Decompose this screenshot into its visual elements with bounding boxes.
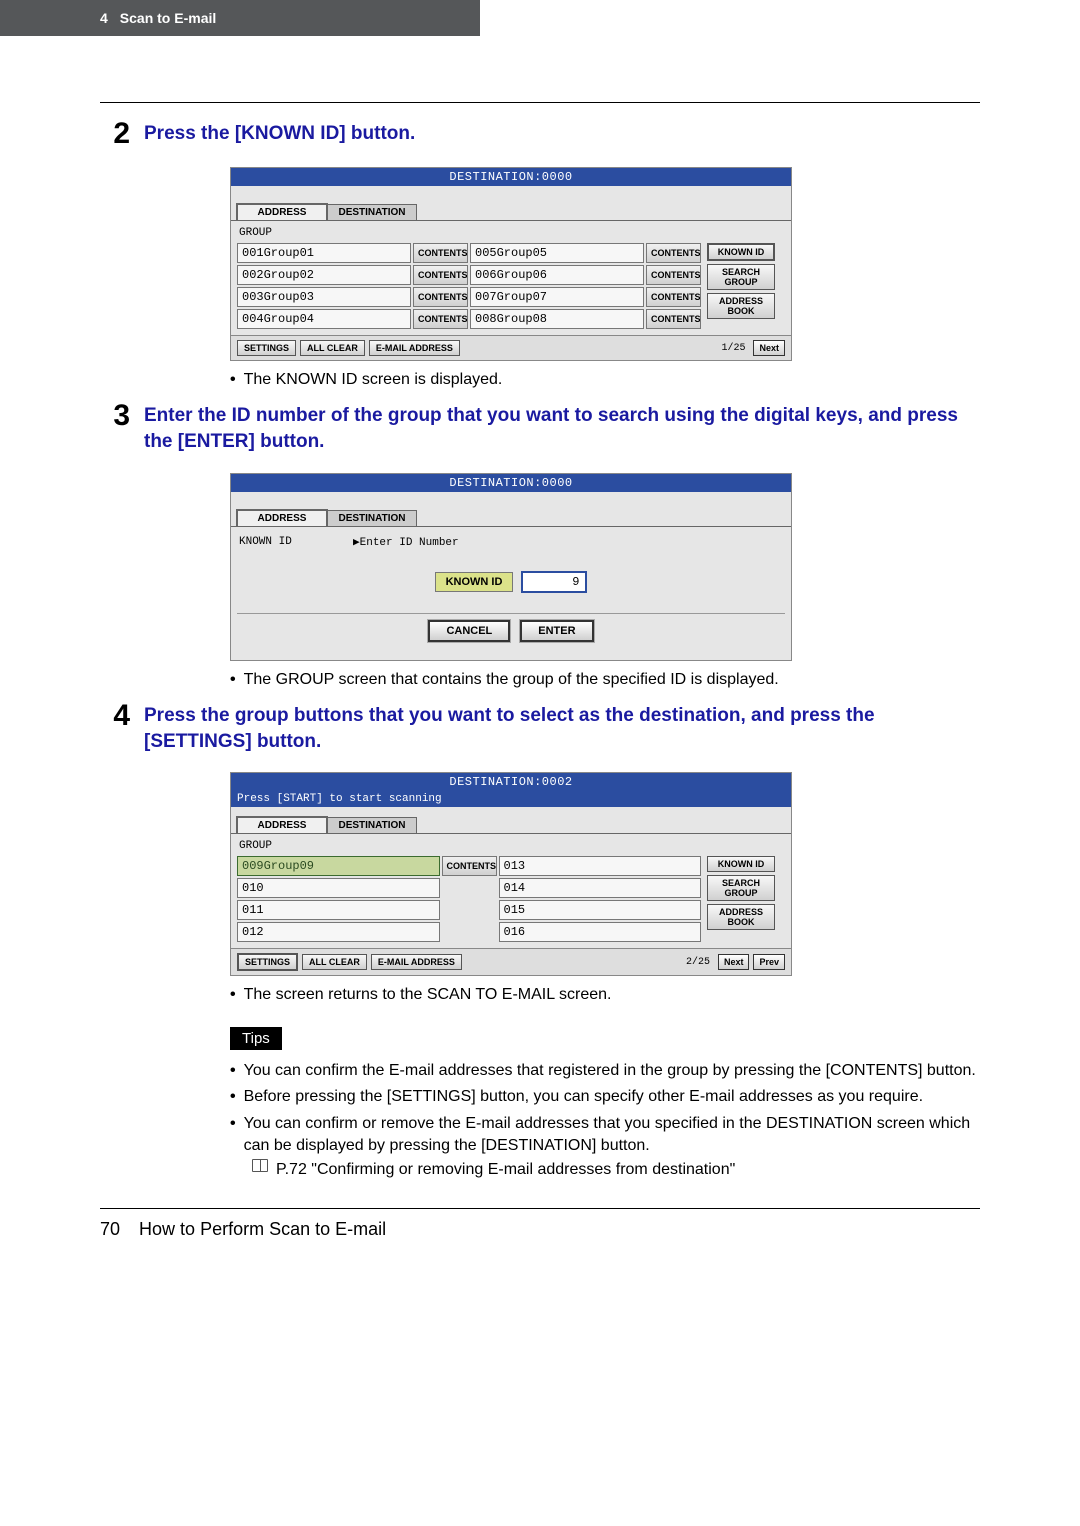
s1-group-label: GROUP [237,225,785,243]
s1-group07[interactable]: 007Group07 [470,287,644,307]
s1-address-book-button[interactable]: ADDRESS BOOK [707,293,775,319]
s3-page-indicator: 2/25 [686,957,710,968]
s1-tab-address[interactable]: ADDRESS [237,204,327,220]
step-3: 3 Enter the ID number of the group that … [100,401,980,454]
step-3-note: The GROUP screen that contains the group… [244,669,779,691]
s1-contents-1[interactable]: CONTENTS [413,243,468,263]
cross-reference: P.72 "Confirming or removing E-mail addr… [276,1159,735,1181]
s1-settings-button[interactable]: SETTINGS [237,340,296,356]
s3-tab-destination[interactable]: DESTINATION [327,817,417,833]
bullet-dot: • [230,1113,236,1158]
step-4-text: Press the group buttons that you want to… [144,701,980,754]
s2-cancel-button[interactable]: CANCEL [428,620,510,642]
s1-group03[interactable]: 003Group03 [237,287,411,307]
page-footer: 70 How to Perform Scan to E-mail [100,1219,980,1240]
bottom-rule [100,1208,980,1209]
s3-allclear-button[interactable]: ALL CLEAR [302,954,367,970]
s1-contents-7[interactable]: CONTENTS [646,287,701,307]
s3-email-button[interactable]: E-MAIL ADDRESS [371,954,462,970]
s3-subtitle: Press [START] to start scanning [231,791,791,807]
s1-known-id-button[interactable]: KNOWN ID [707,243,775,261]
s1-contents-4[interactable]: CONTENTS [413,309,468,329]
s3-slot-011[interactable]: 011 [237,900,440,920]
s3-tab-address[interactable]: ADDRESS [237,817,327,833]
bullet-dot: • [230,369,236,391]
s2-known-id-label: KNOWN ID [239,536,329,548]
s1-contents-6[interactable]: CONTENTS [646,265,701,285]
s1-destination-bar: DESTINATION:0000 [231,168,791,186]
s1-email-button[interactable]: E-MAIL ADDRESS [369,340,460,356]
s3-address-book-button[interactable]: ADDRESS BOOK [707,904,775,930]
s1-group08[interactable]: 008Group08 [470,309,644,329]
s2-id-input[interactable]: 9 [521,571,587,593]
book-icon [252,1159,268,1172]
s1-contents-3[interactable]: CONTENTS [413,287,468,307]
tip-2: Before pressing the [SETTINGS] button, y… [244,1086,980,1108]
s1-contents-2[interactable]: CONTENTS [413,265,468,285]
screenshot-2: DESTINATION:0000 ADDRESS DESTINATION KNO… [230,473,792,661]
s1-group01[interactable]: 001Group01 [237,243,411,263]
tips-heading: Tips [230,1027,282,1050]
s3-slot-013[interactable]: 013 [499,856,702,876]
s2-destination-bar: DESTINATION:0000 [231,474,791,492]
s3-search-group-button[interactable]: SEARCH GROUP [707,875,775,901]
step-4-number: 4 [100,701,130,754]
s1-group05[interactable]: 005Group05 [470,243,644,263]
s3-slot-015[interactable]: 015 [499,900,702,920]
s1-page-indicator: 1/25 [721,343,745,354]
screenshot-1: DESTINATION:0000 ADDRESS DESTINATION GRO… [230,167,792,361]
chapter-number: 4 [100,10,108,26]
s3-group-label: GROUP [237,838,785,856]
s1-contents-8[interactable]: CONTENTS [646,309,701,329]
screenshot-3: DESTINATION:0002 Press [START] to start … [230,772,792,976]
step-2-number: 2 [100,119,130,149]
s3-group09[interactable]: 009Group09 [237,856,440,876]
footer-title: How to Perform Scan to E-mail [139,1219,386,1239]
s3-next-button[interactable]: Next [718,954,750,970]
bullet-dot: • [230,984,236,1006]
s3-destination-bar: DESTINATION:0002 [231,773,791,791]
step-3-text: Enter the ID number of the group that yo… [144,401,980,454]
s1-allclear-button[interactable]: ALL CLEAR [300,340,365,356]
s1-contents-5[interactable]: CONTENTS [646,243,701,263]
s1-group02[interactable]: 002Group02 [237,265,411,285]
chapter-title: Scan to E-mail [120,10,216,26]
s3-slot-014[interactable]: 014 [499,878,702,898]
top-rule [100,102,980,103]
step-2-text: Press the [KNOWN ID] button. [144,119,980,149]
step-2: 2 Press the [KNOWN ID] button. [100,119,980,149]
chapter-header: 4 Scan to E-mail [0,0,480,36]
s3-known-id-button[interactable]: KNOWN ID [707,856,775,872]
s3-slot-016[interactable]: 016 [499,922,702,942]
s3-settings-button[interactable]: SETTINGS [237,953,298,971]
s1-group04[interactable]: 004Group04 [237,309,411,329]
s2-enter-id-prompt: ▶Enter ID Number [353,535,459,549]
s3-contents-9[interactable]: CONTENTS [442,856,497,876]
bullet-dot: • [230,1060,236,1082]
s2-enter-button[interactable]: ENTER [520,620,593,642]
step-2-note: The KNOWN ID screen is displayed. [244,369,503,391]
step-4-note: The screen returns to the SCAN TO E-MAIL… [244,984,612,1006]
s2-tab-destination[interactable]: DESTINATION [327,510,417,526]
s1-group06[interactable]: 006Group06 [470,265,644,285]
s1-tab-destination[interactable]: DESTINATION [327,204,417,220]
tip-3: You can confirm or remove the E-mail add… [244,1113,980,1158]
s2-known-id-button[interactable]: KNOWN ID [435,572,514,592]
s2-tab-address[interactable]: ADDRESS [237,510,327,526]
s3-slot-010[interactable]: 010 [237,878,440,898]
bullet-dot: • [230,669,236,691]
s1-search-group-button[interactable]: SEARCH GROUP [707,264,775,290]
s1-next-button[interactable]: Next [753,340,785,356]
tip-1: You can confirm the E-mail addresses tha… [244,1060,980,1082]
page-number: 70 [100,1219,120,1239]
s3-slot-012[interactable]: 012 [237,922,440,942]
bullet-dot: • [230,1086,236,1108]
step-4: 4 Press the group buttons that you want … [100,701,980,754]
step-3-number: 3 [100,401,130,454]
s3-prev-button[interactable]: Prev [753,954,785,970]
